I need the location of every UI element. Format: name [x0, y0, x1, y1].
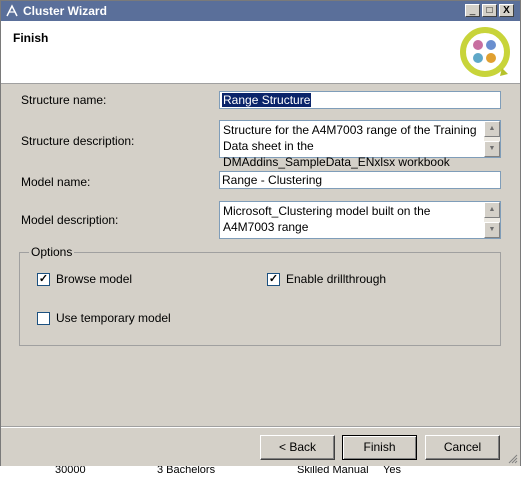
background-cell: Yes — [383, 466, 401, 476]
scroll-up-arrow-icon[interactable]: ▲ — [484, 121, 500, 137]
model-description-field[interactable]: Microsoft_Clustering model built on the … — [219, 201, 501, 239]
scroll-down-arrow-icon[interactable]: ▼ — [484, 222, 500, 238]
model-name-field[interactable]: Range - Clustering — [219, 171, 501, 189]
enable-drillthrough-label[interactable]: Enable drillthrough — [286, 272, 386, 286]
background-cell: 30000 — [55, 466, 86, 476]
page-title: Finish — [13, 31, 49, 45]
structure-name-field[interactable]: Range Structure — [219, 91, 501, 109]
structure-description-field[interactable]: Structure for the A4M7003 range of the T… — [219, 120, 501, 169]
model-name-value: Range - Clustering — [222, 173, 323, 187]
background-spreadsheet-strip: 30000 3 Bachelors Skilled Manual Yes — [0, 466, 521, 479]
resize-grip-icon[interactable] — [508, 454, 518, 464]
window-title: Cluster Wizard — [23, 4, 107, 18]
wizard-window: Cluster Wizard _ □ X Finish Structure na… — [0, 0, 521, 479]
model-description-scrollbar[interactable]: ▲ ▼ — [484, 202, 500, 238]
cancel-button[interactable]: Cancel — [425, 435, 500, 460]
structure-description-value: Structure for the A4M7003 range of the T… — [223, 123, 477, 169]
finish-button[interactable]: Finish — [342, 435, 417, 460]
enable-drillthrough-checkbox[interactable]: ✓ — [267, 273, 280, 286]
minimize-button[interactable]: _ — [465, 4, 480, 17]
structure-description-scrollbar[interactable]: ▲ ▼ — [484, 121, 500, 157]
use-temporary-model-checkbox[interactable] — [37, 312, 50, 325]
model-description-value: Microsoft_Clustering model built on the … — [223, 204, 431, 234]
options-legend: Options — [29, 245, 75, 259]
browse-model-checkbox[interactable]: ✓ — [37, 273, 50, 286]
close-button[interactable]: X — [499, 4, 514, 17]
wizard-app-icon — [6, 4, 18, 17]
use-temporary-model-label[interactable]: Use temporary model — [56, 311, 171, 325]
background-cell: 3 Bachelors — [157, 466, 216, 476]
model-description-label: Model description: — [21, 213, 119, 227]
footer-divider — [1, 426, 520, 428]
data-mining-wizard-icon — [460, 27, 510, 77]
title-bar[interactable]: Cluster Wizard _ □ X — [1, 1, 520, 21]
maximize-button[interactable]: □ — [482, 4, 497, 17]
structure-name-label: Structure name: — [21, 93, 107, 107]
back-button[interactable]: < Back — [260, 435, 335, 460]
structure-description-label: Structure description: — [21, 134, 135, 148]
browse-model-label[interactable]: Browse model — [56, 272, 132, 286]
scroll-down-arrow-icon[interactable]: ▼ — [484, 141, 500, 157]
model-name-label: Model name: — [21, 175, 91, 189]
structure-name-value: Range Structure — [222, 93, 312, 107]
scroll-up-arrow-icon[interactable]: ▲ — [484, 202, 500, 218]
background-cell: Skilled Manual — [297, 466, 369, 476]
wizard-header: Finish — [1, 21, 520, 84]
options-groupbox — [19, 252, 501, 346]
